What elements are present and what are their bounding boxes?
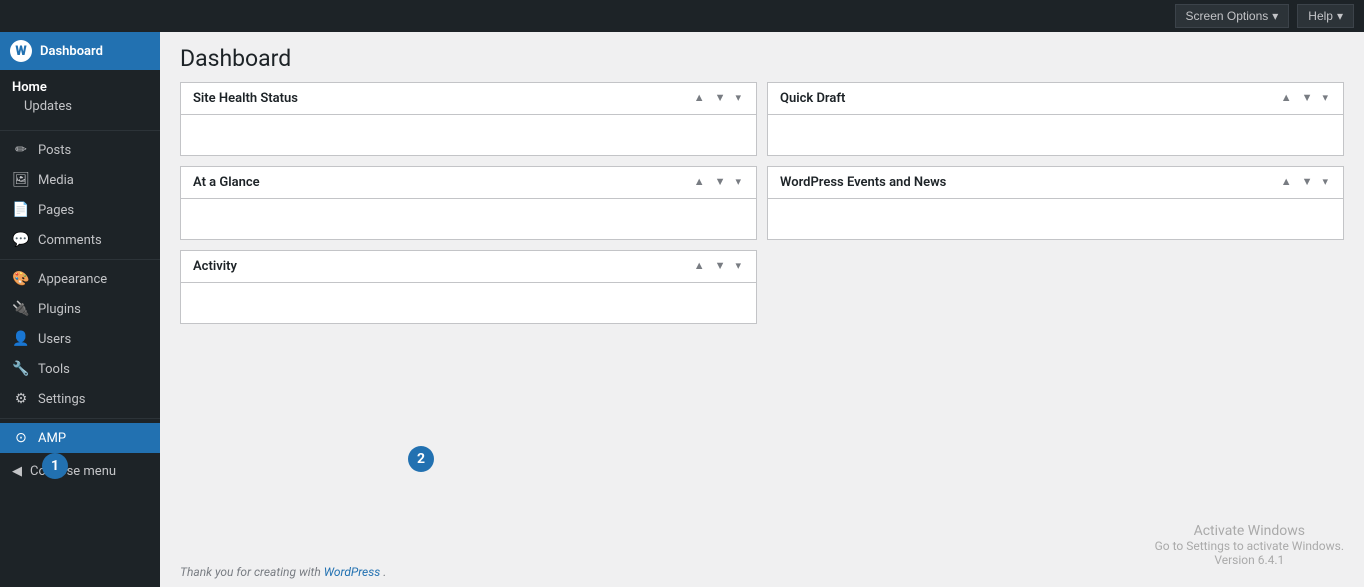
sidebar-item-amp[interactable]: ⊙ AMP bbox=[0, 423, 160, 453]
widget-activity-controls: ▲ ▼ ▾ bbox=[691, 259, 744, 274]
sidebar-item-label: AMP bbox=[38, 431, 66, 446]
sidebar-item-label: Appearance bbox=[38, 272, 107, 287]
widget-wp-events-header: WordPress Events and News ▲ ▼ ▾ bbox=[768, 167, 1343, 199]
sidebar-item-media[interactable]: 🖼 Media bbox=[0, 165, 160, 195]
widgets-area: Site Health Status ▲ ▼ ▾ Quick Draft ▲ ▼ bbox=[160, 82, 1364, 344]
widget-toggle-btn[interactable]: ▾ bbox=[1319, 91, 1331, 106]
sidebar-divider-1 bbox=[0, 130, 160, 131]
widget-wp-events: WordPress Events and News ▲ ▼ ▾ bbox=[767, 166, 1344, 240]
sidebar-item-posts[interactable]: ✏ Posts bbox=[0, 135, 160, 165]
widget-collapse-down-btn[interactable]: ▼ bbox=[1299, 175, 1316, 190]
widget-collapse-down-btn[interactable]: ▼ bbox=[712, 259, 729, 274]
widget-quick-draft-title: Quick Draft bbox=[780, 91, 845, 106]
sidebar-item-label: Comments bbox=[38, 233, 102, 248]
activate-windows-title: Activate Windows bbox=[1155, 523, 1344, 539]
widget-quick-draft: Quick Draft ▲ ▼ ▾ bbox=[767, 82, 1344, 156]
widget-collapse-up-btn[interactable]: ▲ bbox=[1278, 175, 1295, 190]
widget-toggle-btn[interactable]: ▾ bbox=[732, 259, 744, 274]
page-title: Dashboard bbox=[180, 44, 1344, 74]
widget-at-a-glance: At a Glance ▲ ▼ ▾ bbox=[180, 166, 757, 240]
sidebar-item-label: Plugins bbox=[38, 302, 81, 317]
sidebar-item-updates[interactable]: Updates bbox=[0, 97, 160, 122]
admin-bar: Screen Options ▾ Help ▾ bbox=[0, 0, 1364, 32]
appearance-icon: 🎨 bbox=[12, 271, 30, 287]
widget-activity-title: Activity bbox=[193, 259, 237, 274]
sidebar-item-home[interactable]: Home bbox=[0, 74, 160, 97]
help-button[interactable]: Help ▾ bbox=[1297, 4, 1354, 28]
widget-wp-events-title: WordPress Events and News bbox=[780, 175, 946, 190]
widget-activity: Activity ▲ ▼ ▾ bbox=[180, 250, 757, 324]
activate-windows-sub: Go to Settings to activate Windows. bbox=[1155, 539, 1344, 553]
layout: W Dashboard Home Updates ✏ Posts 🖼 Media… bbox=[0, 32, 1364, 587]
widget-site-health-body bbox=[181, 115, 756, 155]
sidebar-item-settings[interactable]: ⚙ Settings bbox=[0, 384, 160, 414]
widget-collapse-up-btn[interactable]: ▲ bbox=[1278, 91, 1295, 106]
sidebar-item-label: Media bbox=[38, 173, 74, 188]
sidebar-item-label: Settings bbox=[38, 392, 85, 407]
sidebar-item-tools[interactable]: 🔧 Tools bbox=[0, 354, 160, 384]
widget-at-a-glance-title: At a Glance bbox=[193, 175, 260, 190]
widget-site-health-title: Site Health Status bbox=[193, 91, 298, 106]
widget-quick-draft-controls: ▲ ▼ ▾ bbox=[1278, 91, 1331, 106]
widget-activity-body bbox=[181, 283, 756, 323]
widget-quick-draft-body bbox=[768, 115, 1343, 155]
sidebar-item-users[interactable]: 👤 Users bbox=[0, 324, 160, 354]
main-content: Dashboard Site Health Status ▲ ▼ ▾ bbox=[160, 32, 1364, 587]
settings-icon: ⚙ bbox=[12, 391, 30, 407]
widget-site-health: Site Health Status ▲ ▼ ▾ bbox=[180, 82, 757, 156]
page-title-bar: Dashboard bbox=[160, 32, 1364, 82]
collapse-menu-button[interactable]: ◀ Collapse menu bbox=[0, 457, 160, 486]
widget-wp-events-controls: ▲ ▼ ▾ bbox=[1278, 175, 1331, 190]
annotation-2: 2 bbox=[408, 446, 434, 472]
sidebar-divider-3 bbox=[0, 418, 160, 419]
collapse-icon: ◀ bbox=[12, 464, 22, 479]
widget-wp-events-body bbox=[768, 199, 1343, 239]
widget-quick-draft-header: Quick Draft ▲ ▼ ▾ bbox=[768, 83, 1343, 115]
widget-activity-header: Activity ▲ ▼ ▾ bbox=[181, 251, 756, 283]
posts-icon: ✏ bbox=[12, 142, 30, 158]
tools-icon: 🔧 bbox=[12, 361, 30, 377]
widget-collapse-up-btn[interactable]: ▲ bbox=[691, 259, 708, 274]
widget-at-a-glance-body bbox=[181, 199, 756, 239]
sidebar-item-label: Tools bbox=[38, 362, 70, 377]
media-icon: 🖼 bbox=[12, 172, 30, 188]
widget-collapse-down-btn[interactable]: ▼ bbox=[712, 91, 729, 106]
widget-collapse-down-btn[interactable]: ▼ bbox=[1299, 91, 1316, 106]
sidebar: W Dashboard Home Updates ✏ Posts 🖼 Media… bbox=[0, 32, 160, 587]
wp-logo-icon: W bbox=[10, 40, 32, 62]
sidebar-nav: ✏ Posts 🖼 Media 📄 Pages 💬 Comments 🎨 App… bbox=[0, 135, 160, 453]
sidebar-divider-2 bbox=[0, 259, 160, 260]
widget-collapse-up-btn[interactable]: ▲ bbox=[691, 91, 708, 106]
screen-options-button[interactable]: Screen Options ▾ bbox=[1175, 4, 1290, 28]
comments-icon: 💬 bbox=[12, 232, 30, 248]
widget-at-a-glance-header: At a Glance ▲ ▼ ▾ bbox=[181, 167, 756, 199]
sidebar-item-plugins[interactable]: 🔌 Plugins bbox=[0, 294, 160, 324]
version-watermark: Activate Windows Go to Settings to activ… bbox=[1155, 523, 1344, 567]
sidebar-item-label: Posts bbox=[38, 143, 71, 158]
widget-site-health-controls: ▲ ▼ ▾ bbox=[691, 91, 744, 106]
pages-icon: 📄 bbox=[12, 202, 30, 218]
sidebar-item-pages[interactable]: 📄 Pages bbox=[0, 195, 160, 225]
sidebar-item-appearance[interactable]: 🎨 Appearance bbox=[0, 264, 160, 294]
version-number: Version 6.4.1 bbox=[1155, 553, 1344, 567]
plugins-icon: 🔌 bbox=[12, 301, 30, 317]
sidebar-item-comments[interactable]: 💬 Comments bbox=[0, 225, 160, 255]
sidebar-dashboard-header[interactable]: W Dashboard bbox=[0, 32, 160, 70]
amp-icon: ⊙ bbox=[12, 430, 30, 446]
widget-toggle-btn[interactable]: ▾ bbox=[732, 175, 744, 190]
widget-site-health-header: Site Health Status ▲ ▼ ▾ bbox=[181, 83, 756, 115]
wordpress-link[interactable]: WordPress bbox=[324, 565, 381, 579]
widget-at-a-glance-controls: ▲ ▼ ▾ bbox=[691, 175, 744, 190]
sidebar-item-label: Pages bbox=[38, 203, 74, 218]
widget-toggle-btn[interactable]: ▾ bbox=[732, 91, 744, 106]
sidebar-item-label: Users bbox=[38, 332, 71, 347]
widget-collapse-down-btn[interactable]: ▼ bbox=[712, 175, 729, 190]
widget-toggle-btn[interactable]: ▾ bbox=[1319, 175, 1331, 190]
collapse-label: Collapse menu bbox=[30, 464, 116, 479]
widget-collapse-up-btn[interactable]: ▲ bbox=[691, 175, 708, 190]
dashboard-label: Dashboard bbox=[40, 44, 103, 59]
home-section: Home Updates bbox=[0, 70, 160, 126]
users-icon: 👤 bbox=[12, 331, 30, 347]
